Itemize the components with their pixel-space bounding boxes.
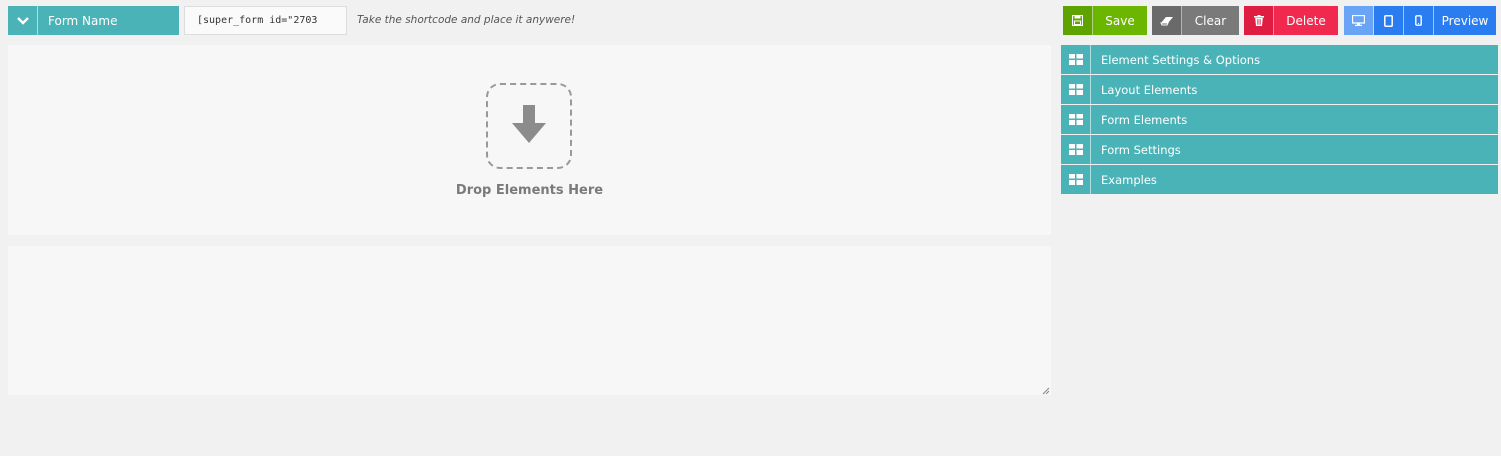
builder-panels: Element Settings & Options Layout Elemen…: [1061, 45, 1498, 195]
form-code-textarea[interactable]: [8, 246, 1051, 395]
panel-form-settings[interactable]: Form Settings: [1061, 135, 1498, 164]
arrow-down-icon: [512, 104, 546, 148]
panel-label: Form Elements: [1101, 112, 1188, 127]
grid-icon: [1061, 135, 1091, 164]
panel-label: Form Settings: [1101, 142, 1181, 157]
clear-button[interactable]: Clear: [1152, 6, 1239, 35]
trash-icon: [1244, 6, 1274, 35]
form-name-header[interactable]: Form Name: [8, 6, 179, 35]
panel-label: Examples: [1101, 172, 1157, 187]
panel-layout-elements[interactable]: Layout Elements: [1061, 75, 1498, 104]
form-name-label: Form Name: [48, 13, 118, 28]
drop-elements-text: Drop Elements Here: [455, 183, 604, 198]
panel-examples[interactable]: Examples: [1061, 165, 1498, 194]
drop-zone-box: [486, 83, 572, 169]
panel-label: Layout Elements: [1101, 82, 1198, 97]
chevron-down-icon[interactable]: [8, 6, 38, 35]
clear-label: Clear: [1194, 13, 1227, 28]
desktop-preview-icon[interactable]: [1344, 6, 1374, 35]
form-builder-drop-area[interactable]: Drop Elements Here: [8, 45, 1051, 235]
delete-label: Delete: [1286, 13, 1326, 28]
eraser-icon: [1152, 6, 1182, 35]
shortcode-hint: Take the shortcode and place it anywere!: [357, 14, 576, 26]
shortcode-field[interactable]: [super_form id="2703: [184, 6, 347, 35]
panel-element-settings[interactable]: Element Settings & Options: [1061, 45, 1498, 74]
grid-icon: [1061, 165, 1091, 194]
preview-button[interactable]: Preview: [1434, 6, 1496, 35]
save-button[interactable]: Save: [1063, 6, 1147, 35]
preview-device-group: Preview: [1344, 6, 1496, 35]
tablet-preview-icon[interactable]: [1374, 6, 1404, 35]
panel-label: Element Settings & Options: [1101, 52, 1261, 67]
floppy-disk-icon: [1063, 6, 1093, 35]
mobile-preview-icon[interactable]: [1404, 6, 1434, 35]
grid-icon: [1061, 75, 1091, 104]
save-label: Save: [1105, 13, 1135, 28]
panel-form-elements[interactable]: Form Elements: [1061, 105, 1498, 134]
grid-icon: [1061, 45, 1091, 74]
resize-grip-icon[interactable]: [1041, 384, 1050, 395]
grid-icon: [1061, 105, 1091, 134]
delete-button[interactable]: Delete: [1244, 6, 1338, 35]
